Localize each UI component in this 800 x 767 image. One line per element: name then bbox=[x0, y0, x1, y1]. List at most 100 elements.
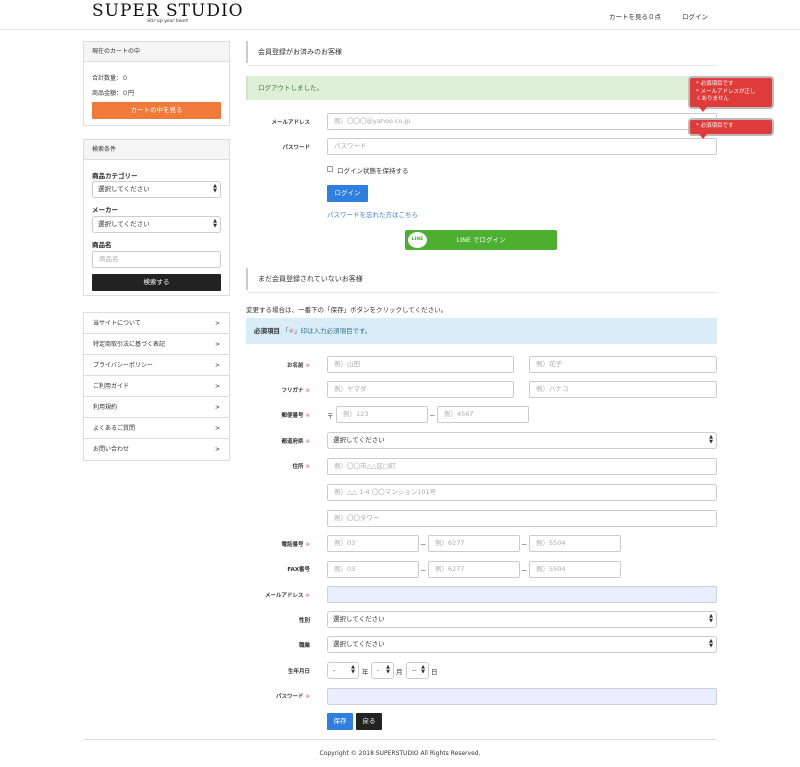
name-label-text: お名前 bbox=[286, 363, 304, 369]
tel-label-text: 電話番号 bbox=[281, 542, 304, 548]
login-link[interactable]: ログイン bbox=[682, 11, 708, 21]
address-label-text: 住所 bbox=[292, 464, 304, 470]
zip1-input[interactable]: 例）123 bbox=[336, 406, 428, 423]
tel-dash: － bbox=[521, 541, 528, 549]
search-button[interactable]: 検索する bbox=[92, 274, 221, 291]
sidebar-item-guide[interactable]: ご利用ガイド > bbox=[84, 376, 229, 397]
chevron-right-icon: > bbox=[214, 404, 220, 411]
save-button[interactable]: 保存 bbox=[327, 713, 353, 730]
cart-link[interactable]: カートを見る０点 bbox=[609, 11, 661, 21]
chevron-right-icon: > bbox=[214, 362, 220, 369]
gender-select[interactable]: 選択してください ▲ ▼ bbox=[327, 611, 717, 628]
back-button[interactable]: 戻る bbox=[356, 713, 382, 730]
first-name-input[interactable]: 例）花子 bbox=[529, 356, 717, 373]
tooltip-line: * 必須項目です bbox=[696, 123, 734, 129]
remember-label[interactable]: ログイン状態を保持する bbox=[337, 165, 409, 175]
reg-password-input[interactable] bbox=[327, 688, 717, 705]
select-arrows-icon: ▲ ▼ bbox=[421, 664, 425, 675]
maker-select[interactable]: 選択してください ▲ ▼ bbox=[92, 216, 221, 233]
required-close: 」印は入力必須項目です。 bbox=[294, 327, 372, 335]
required-mark: ※ bbox=[305, 542, 310, 548]
job-label: 職業 bbox=[298, 643, 310, 649]
select-arrows-icon: ▲ ▼ bbox=[709, 638, 713, 649]
reg-email-input[interactable] bbox=[327, 586, 717, 603]
select-arrows-icon: ▲ ▼ bbox=[709, 613, 713, 624]
zip-label-text: 郵便番号 bbox=[281, 413, 304, 419]
email-error-tooltip: * 必須項目です * メールアドレスが正し くありません bbox=[690, 78, 772, 112]
address3-input[interactable]: 例）〇〇タワー bbox=[327, 510, 717, 527]
fax3-input[interactable]: 例）5504 bbox=[529, 561, 621, 578]
required-mark: ※ bbox=[305, 439, 310, 445]
sidebar-item-terms[interactable]: 利用規約 > bbox=[84, 397, 229, 418]
sidebar-links: 当サイトについて > 特定商取引法に基づく表記 > プライバシーポリシー > ご利用ガ… bbox=[83, 312, 230, 461]
footer-divider bbox=[83, 739, 717, 740]
birthday-label: 生年月日 bbox=[287, 669, 310, 675]
login-password-label: パスワード bbox=[282, 145, 310, 151]
required-info-alert: 必須項目 「※」印は入力必須項目です。 bbox=[246, 318, 717, 344]
sidebar-item-label: 特定商取引法に基づく表記 bbox=[93, 341, 166, 348]
reg-email-label-text: メールアドレス bbox=[264, 593, 304, 599]
reg-password-label-text: パスワード bbox=[275, 694, 304, 700]
fax2-input[interactable]: 例）6277 bbox=[428, 561, 520, 578]
cart-total-price: 商品金額：０円 bbox=[92, 90, 135, 97]
pref-select-value: 選択してください bbox=[333, 436, 385, 444]
register-note: 変更する場合は、一番下の「保存」ボタンをクリックしてください。 bbox=[246, 306, 448, 314]
site-tagline: Stir up your heart bbox=[147, 19, 189, 24]
day-unit: 日 bbox=[431, 668, 438, 676]
first-kana-input[interactable]: 例）ハナコ bbox=[529, 381, 717, 398]
line-login-label: LINE でログイン bbox=[456, 236, 506, 244]
login-password-input[interactable]: パスワード bbox=[327, 138, 717, 155]
login-email-input[interactable]: 例）〇〇〇@yahoo.co.jp bbox=[327, 113, 717, 130]
sidebar-item-about[interactable]: 当サイトについて > bbox=[84, 313, 229, 334]
birth-year-value: - bbox=[333, 666, 336, 674]
password-error-tooltip: * 必須項目です bbox=[690, 120, 772, 139]
tel1-input[interactable]: 例）03 bbox=[327, 535, 419, 552]
view-cart-button[interactable]: カートの中を見る bbox=[92, 102, 221, 119]
fax-label: FAX番号 bbox=[287, 567, 310, 573]
sidebar-item-privacy[interactable]: プライバシーポリシー > bbox=[84, 355, 229, 376]
address2-input[interactable]: 例）△△ 1-4 〇〇マンション101号 bbox=[327, 484, 717, 501]
sidebar-item-label: プライバシーポリシー bbox=[93, 362, 153, 369]
kana-label: フリガナ ※ bbox=[240, 386, 310, 394]
required-bold: 必須項目 bbox=[254, 327, 280, 335]
zip2-input[interactable]: 例）4567 bbox=[437, 406, 529, 423]
site-logo[interactable]: SUPER STUDIO bbox=[92, 1, 244, 21]
birth-month-select[interactable]: - ▲ ▼ bbox=[371, 662, 394, 679]
last-kana-input[interactable]: 例）ヤマダ bbox=[327, 381, 514, 398]
sidebar-item-faq[interactable]: よくあるご質問 > bbox=[84, 418, 229, 439]
tel-label: 電話番号 ※ bbox=[240, 540, 310, 548]
last-name-input[interactable]: 例）山田 bbox=[327, 356, 514, 373]
category-select[interactable]: 選択してください ▲ ▼ bbox=[92, 181, 221, 198]
product-name-input[interactable]: 商品名 bbox=[92, 251, 221, 268]
pref-select[interactable]: 選択してください ▲ ▼ bbox=[327, 432, 717, 449]
category-label: 商品カテゴリー bbox=[92, 172, 138, 180]
login-section-title: 会員登録がお済みのお客様 bbox=[246, 41, 717, 66]
address-label: 住所 ※ bbox=[240, 462, 310, 470]
birth-day-value: -- bbox=[412, 666, 417, 674]
fax-dash: － bbox=[420, 567, 427, 575]
required-mark: ※ bbox=[305, 363, 310, 369]
select-arrows-icon: ▲ ▼ bbox=[386, 664, 390, 675]
tel2-input[interactable]: 例）6277 bbox=[428, 535, 520, 552]
address1-input[interactable]: 例）〇〇市△△区□町 bbox=[327, 458, 717, 475]
fax-dash: － bbox=[521, 567, 528, 575]
login-button[interactable]: ログイン bbox=[327, 185, 368, 202]
birth-day-select[interactable]: -- ▲ ▼ bbox=[406, 662, 429, 679]
site-header: SUPER STUDIO Stir up your heart カートを見る０点… bbox=[0, 0, 800, 30]
kana-label-text: フリガナ bbox=[281, 388, 304, 394]
line-login-button[interactable]: LINE LINE でログイン bbox=[405, 230, 557, 250]
sidebar-item-label: 当サイトについて bbox=[93, 320, 141, 327]
birth-month-value: - bbox=[377, 666, 380, 674]
birth-year-select[interactable]: - ▲ ▼ bbox=[327, 662, 359, 679]
fax1-input[interactable]: 例）03 bbox=[327, 561, 419, 578]
sidebar-item-tokushoho[interactable]: 特定商取引法に基づく表記 > bbox=[84, 334, 229, 355]
chevron-right-icon: > bbox=[214, 320, 220, 327]
remember-checkbox[interactable] bbox=[327, 166, 333, 172]
cart-panel-title: 現在のカートの中 bbox=[84, 42, 229, 62]
tel3-input[interactable]: 例）5504 bbox=[529, 535, 621, 552]
job-select[interactable]: 選択してください ▲ ▼ bbox=[327, 636, 717, 653]
category-select-value: 選択してください bbox=[98, 185, 150, 193]
forgot-password-link[interactable]: パスワードを忘れた方はこちら bbox=[327, 209, 418, 219]
sidebar-item-contact[interactable]: お問い合わせ > bbox=[84, 439, 229, 460]
chevron-right-icon: > bbox=[214, 425, 220, 432]
